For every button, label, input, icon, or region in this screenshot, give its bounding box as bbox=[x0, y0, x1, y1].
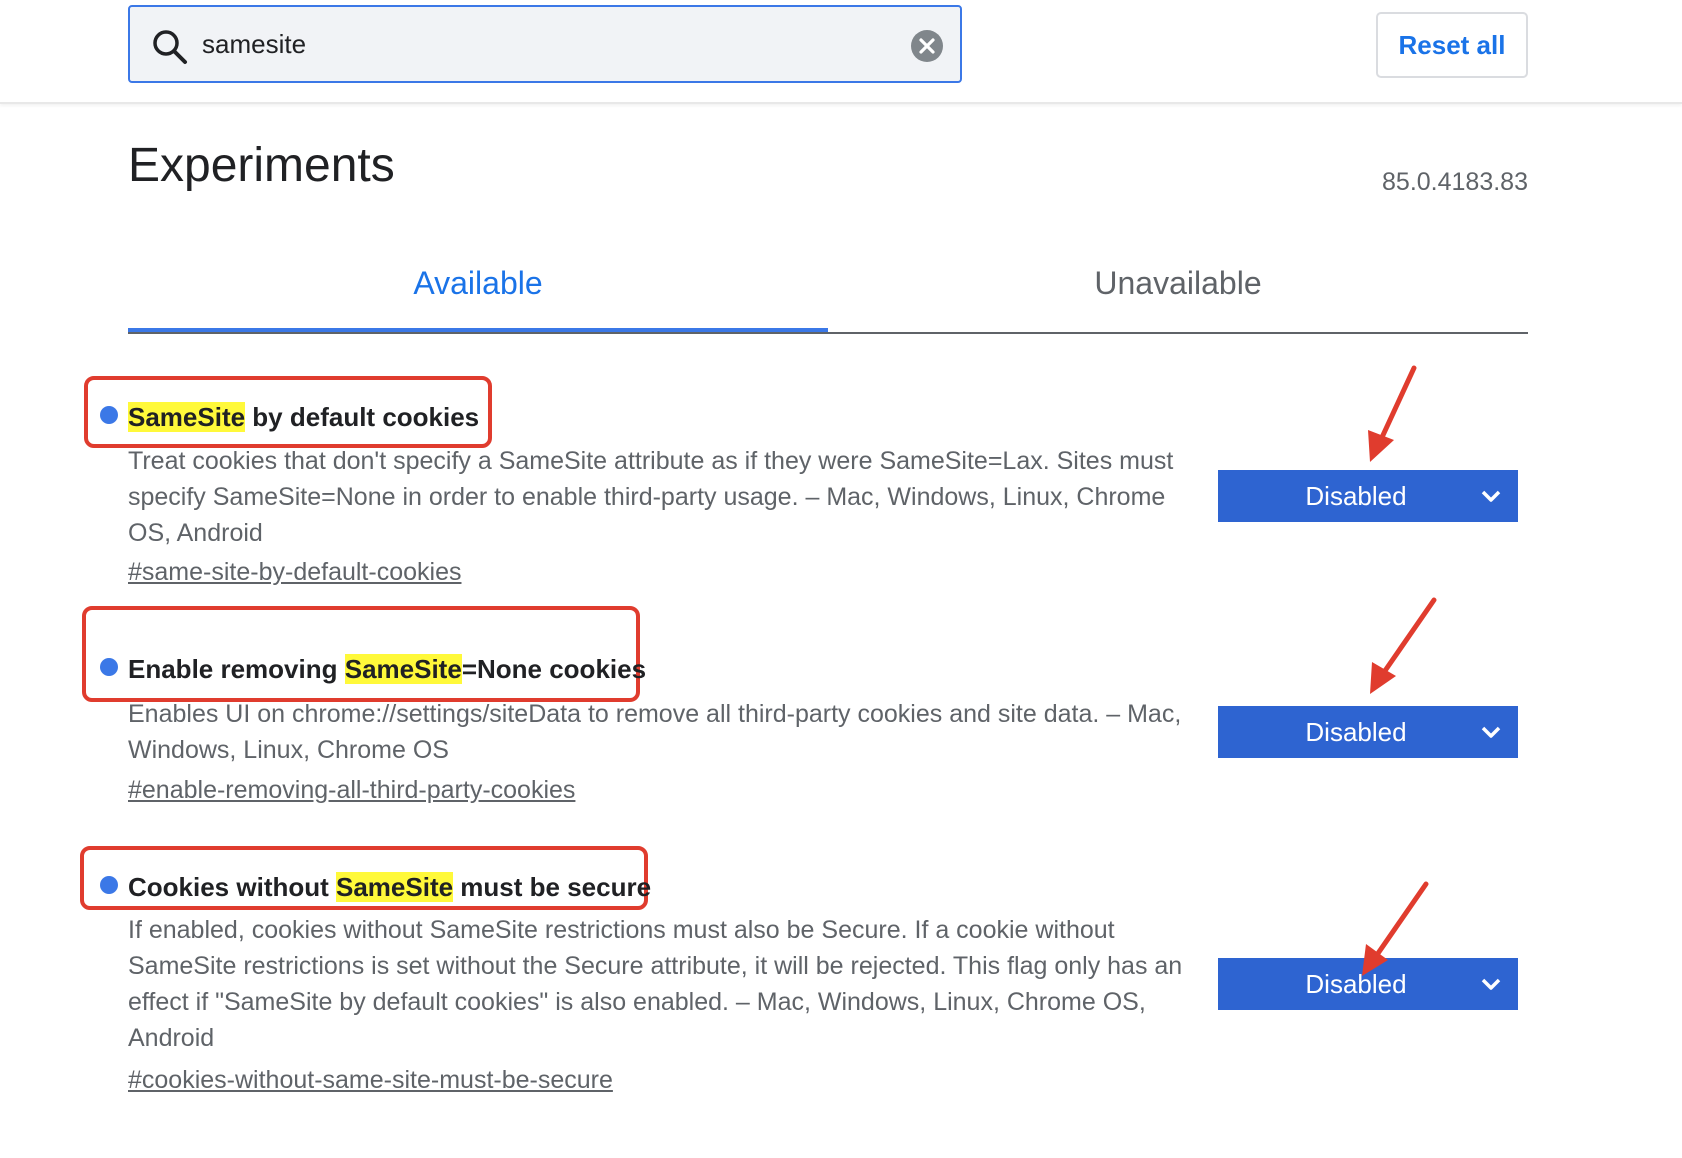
arrow-annotation bbox=[1362, 881, 1429, 976]
select-value: Disabled bbox=[1305, 717, 1407, 747]
experiment-title: Cookies without SameSite must be secure bbox=[100, 872, 651, 912]
tab-bar: Available Unavailable bbox=[128, 250, 1528, 334]
select-value: Disabled bbox=[1305, 481, 1407, 511]
experiment-title: SameSite by default cookies bbox=[100, 402, 479, 442]
experiment-link[interactable]: #cookies-without-same-site-must-be-secur… bbox=[128, 1066, 613, 1095]
chevron-down-icon bbox=[1481, 490, 1501, 502]
header: Reset all bbox=[0, 0, 1682, 104]
search-input[interactable] bbox=[202, 23, 882, 65]
search-icon bbox=[153, 30, 187, 64]
clear-icon[interactable] bbox=[910, 29, 944, 63]
title-text: must be secure bbox=[453, 872, 652, 902]
title-text: by default cookies bbox=[245, 402, 480, 432]
experiment-title: Enable removing SameSite=None cookies bbox=[100, 654, 646, 694]
chevron-down-icon bbox=[1481, 726, 1501, 738]
arrow-annotation bbox=[1368, 365, 1417, 462]
title-text: =None cookies bbox=[461, 654, 647, 684]
search-box[interactable] bbox=[128, 5, 962, 83]
experiment-link[interactable]: #same-site-by-default-cookies bbox=[128, 558, 461, 587]
state-select[interactable]: Disabled bbox=[1218, 706, 1518, 758]
experiment-description: Enables UI on chrome://settings/siteData… bbox=[128, 700, 1182, 764]
search-highlight: SameSite bbox=[128, 402, 246, 432]
experiment-description: If enabled, cookies without SameSite res… bbox=[128, 916, 1183, 1052]
experiment-description: Treat cookies that don't specify a SameS… bbox=[128, 447, 1174, 547]
experiment-link[interactable]: #enable-removing-all-third-party-cookies bbox=[128, 776, 575, 805]
search-highlight: SameSite bbox=[344, 654, 462, 684]
tab-available[interactable]: Available bbox=[128, 250, 828, 332]
version-label: 85.0.4183.83 bbox=[1382, 168, 1528, 196]
search-highlight: SameSite bbox=[336, 872, 454, 902]
reset-all-button[interactable]: Reset all bbox=[1376, 12, 1528, 78]
chevron-down-icon bbox=[1481, 978, 1501, 990]
tab-unavailable[interactable]: Unavailable bbox=[828, 250, 1528, 330]
arrow-annotation bbox=[1370, 597, 1437, 694]
title-text: Cookies without bbox=[128, 872, 336, 902]
title-text: Enable removing bbox=[128, 654, 345, 684]
status-dot bbox=[100, 406, 118, 424]
status-dot bbox=[100, 876, 118, 894]
status-dot bbox=[100, 658, 118, 676]
page-title: Experiments bbox=[128, 139, 395, 192]
state-select[interactable]: Disabled bbox=[1218, 470, 1518, 522]
